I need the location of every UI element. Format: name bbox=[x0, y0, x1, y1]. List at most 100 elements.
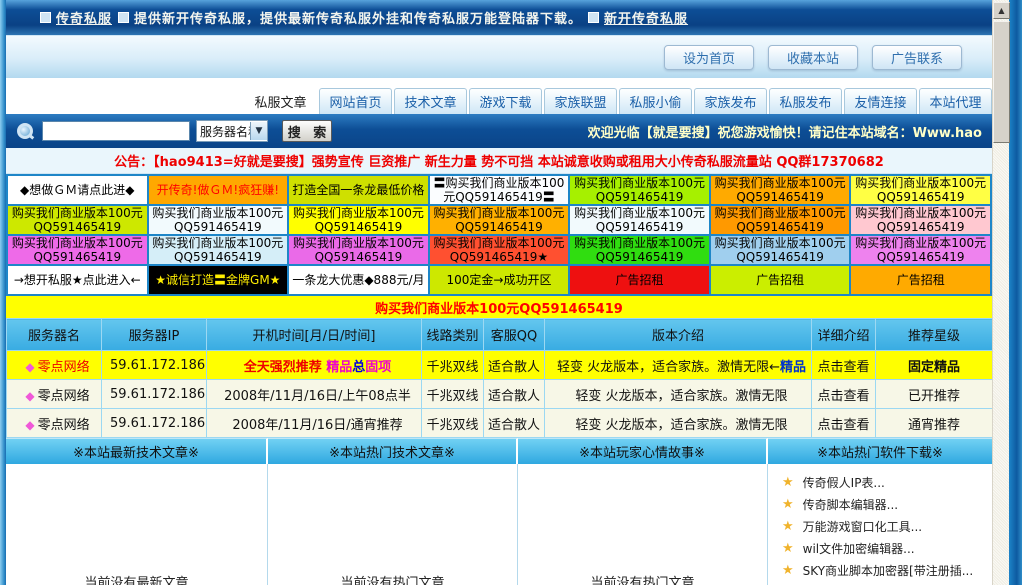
open-time-cell: 2008年/11月/16日/上午08点半 bbox=[207, 380, 422, 409]
empty-message: 当前没有最新文章 bbox=[6, 572, 267, 585]
scrollbar[interactable]: ▲ bbox=[992, 0, 1009, 585]
chevron-down-icon[interactable]: ▼ bbox=[250, 122, 267, 140]
promo-banner: 购买我们商业版本100元QQ591465419 bbox=[6, 296, 992, 318]
service-qq-cell: 适合散人 bbox=[484, 380, 545, 409]
ad-cell-24[interactable]: 100定金→成功开区 bbox=[430, 266, 569, 294]
star-level-cell: 固定精品 bbox=[876, 351, 993, 380]
download-item-2[interactable]: ★万能游戏窗口化工具... bbox=[782, 515, 992, 537]
page-bullet-icon bbox=[588, 12, 599, 23]
nav-tab-1[interactable]: 网站首页 bbox=[319, 88, 392, 114]
ad-grid: ◆想做ＧＭ请点此进◆开传奇!做ＧＭ!疯狂赚!打造全国一条龙最低价格〓购买我们商业… bbox=[6, 174, 992, 296]
download-item-1[interactable]: ★传奇脚本编辑器... bbox=[782, 493, 992, 515]
download-item-4[interactable]: ★SKY商业脚本加密器[带注册插... bbox=[782, 559, 992, 581]
page-bullet-icon bbox=[118, 12, 129, 23]
ad-cell-12[interactable]: 购买我们商业版本100元QQ591465419 bbox=[711, 206, 850, 234]
search-type-select[interactable]: 服务器名称 ▼ bbox=[196, 120, 268, 142]
detail-link[interactable]: 点击查看 bbox=[812, 409, 876, 438]
server-name-cell[interactable]: ◆零点网络 bbox=[7, 380, 102, 409]
bottom-panels: 当前没有最新文章 当前没有热门文章 当前没有热门文章 ★传奇假人IP表...★传… bbox=[6, 464, 992, 585]
col-server-name: 服务器名 bbox=[7, 319, 102, 351]
server-ip-cell: 59.61.172.186 bbox=[102, 380, 207, 409]
ad-cell-7[interactable]: 购买我们商业版本100元QQ591465419 bbox=[8, 206, 147, 234]
ad-cell-26[interactable]: 广告招租 bbox=[711, 266, 850, 294]
scroll-up-icon[interactable]: ▲ bbox=[993, 2, 1010, 19]
section-headers: ※本站最新技术文章※ ※本站热门技术文章※ ※本站玩家心情故事※ ※本站热门软件… bbox=[6, 438, 992, 464]
quick-button-1[interactable]: 收藏本站 bbox=[768, 45, 858, 70]
ad-cell-19[interactable]: 购买我们商业版本100元QQ591465419 bbox=[711, 236, 850, 264]
nav-tab-7[interactable]: 私服发布 bbox=[769, 88, 842, 114]
star-level-cell: 已开推荐 bbox=[876, 380, 993, 409]
legend-sifu-link[interactable]: 传奇私服 bbox=[56, 8, 112, 27]
section-header-hot-downloads: ※本站热门软件下载※ bbox=[768, 438, 992, 464]
detail-link[interactable]: 点击查看 bbox=[812, 380, 876, 409]
ad-cell-20[interactable]: 购买我们商业版本100元QQ591465419 bbox=[851, 236, 990, 264]
server-ip-cell: 59.61.172.186 bbox=[102, 409, 207, 438]
ad-cell-9[interactable]: 购买我们商业版本100元QQ591465419 bbox=[289, 206, 428, 234]
star-icon: ★ bbox=[782, 475, 794, 490]
version-intro-cell: 轻变 火龙版本，适合家族。激情无限 bbox=[545, 380, 812, 409]
nav-tab-3[interactable]: 游戏下载 bbox=[469, 88, 542, 114]
marquee-text: 提供新开传奇私服，提供最新传奇私服外挂和传奇私服万能登陆器下载。 bbox=[134, 8, 582, 27]
quick-button-0[interactable]: 设为首页 bbox=[664, 45, 754, 70]
server-name-cell[interactable]: ◆零点网络 bbox=[7, 409, 102, 438]
detail-link[interactable]: 点击查看 bbox=[812, 351, 876, 380]
ad-cell-2[interactable]: 打造全国一条龙最低价格 bbox=[289, 176, 428, 204]
new-sifu-link[interactable]: 新开传奇私服 bbox=[604, 8, 688, 27]
download-item-5[interactable]: ★传奇合区工具 4.0免费版 bbox=[782, 581, 992, 585]
ad-cell-1[interactable]: 开传奇!做ＧＭ!疯狂赚! bbox=[149, 176, 288, 204]
server-name-cell[interactable]: ◆零点网络 bbox=[7, 351, 102, 380]
scrollbar-thumb[interactable] bbox=[993, 21, 1010, 143]
ad-cell-10[interactable]: 购买我们商业版本100元QQ591465419 bbox=[430, 206, 569, 234]
ad-cell-11[interactable]: 购买我们商业版本100元QQ591465419 bbox=[570, 206, 709, 234]
section-header-hot-articles: ※本站热门技术文章※ bbox=[268, 438, 518, 464]
search-button[interactable]: 搜 索 bbox=[282, 120, 332, 142]
star-icon: ★ bbox=[782, 541, 794, 556]
ad-cell-6[interactable]: 购买我们商业版本100元QQ591465419 bbox=[851, 176, 990, 204]
ad-cell-3[interactable]: 〓购买我们商业版本100元QQ591465419〓 bbox=[430, 176, 569, 204]
ad-cell-14[interactable]: 购买我们商业版本100元QQ591465419 bbox=[8, 236, 147, 264]
quick-button-2[interactable]: 广告联系 bbox=[872, 45, 962, 70]
nav-tab-0[interactable]: 私服文章 bbox=[244, 88, 317, 114]
panel-latest-articles: 当前没有最新文章 bbox=[6, 464, 268, 585]
ad-cell-22[interactable]: ★诚信打造〓金牌GM★ bbox=[149, 266, 288, 294]
nav-tab-6[interactable]: 家族发布 bbox=[694, 88, 767, 114]
ad-cell-8[interactable]: 购买我们商业版本100元QQ591465419 bbox=[149, 206, 288, 234]
nav-tab-2[interactable]: 技术文章 bbox=[394, 88, 467, 114]
star-icon: ★ bbox=[782, 497, 794, 512]
ad-cell-5[interactable]: 购买我们商业版本100元QQ591465419 bbox=[711, 176, 850, 204]
page-bullet-icon bbox=[40, 12, 51, 23]
server-table-header: 服务器名 服务器IP 开机时间[月/日/时间] 线路类别 客服QQ 版本介绍 详… bbox=[7, 319, 993, 351]
ad-cell-13[interactable]: 购买我们商业版本100元QQ591465419 bbox=[851, 206, 990, 234]
section-header-player-stories: ※本站玩家心情故事※ bbox=[518, 438, 768, 464]
window-right-border bbox=[1009, 0, 1022, 585]
ad-cell-4[interactable]: 购买我们商业版本100元QQ591465419 bbox=[570, 176, 709, 204]
announcement-bar: 公告：【hao9413=好就是要搜】强势宣传 巨资推广 新生力量 势不可挡 本站… bbox=[6, 148, 992, 174]
ad-cell-16[interactable]: 购买我们商业版本100元QQ591465419 bbox=[289, 236, 428, 264]
star-level-cell: 通宵推荐 bbox=[876, 409, 993, 438]
ad-cell-15[interactable]: 购买我们商业版本100元QQ591465419 bbox=[149, 236, 288, 264]
download-item-3[interactable]: ★wil文件加密编辑器... bbox=[782, 537, 992, 559]
quick-links-bar: 设为首页收藏本站广告联系 bbox=[6, 36, 992, 78]
search-input[interactable] bbox=[42, 121, 190, 141]
ad-cell-0[interactable]: ◆想做ＧＭ请点此进◆ bbox=[8, 176, 147, 204]
nav-tab-5[interactable]: 私服小偷 bbox=[619, 88, 692, 114]
download-item-label: SKY商业脚本加密器[带注册插... bbox=[803, 562, 974, 579]
gem-icon: ◆ bbox=[25, 360, 34, 374]
page-content: 传奇私服 提供新开传奇私服，提供最新传奇私服外挂和传奇私服万能登陆器下载。 新开… bbox=[6, 0, 992, 585]
nav-tab-9[interactable]: 本站代理 bbox=[919, 88, 992, 114]
col-line-type: 线路类别 bbox=[422, 319, 484, 351]
ad-cell-17[interactable]: 购买我们商业版本100元QQ591465419★ bbox=[430, 236, 569, 264]
open-time-cell: 2008年/11月/16日/通宵推荐 bbox=[207, 409, 422, 438]
ad-cell-21[interactable]: →想开私服★点此进入← bbox=[8, 266, 147, 294]
search-icon bbox=[16, 122, 34, 140]
col-version-intro: 版本介绍 bbox=[545, 319, 812, 351]
download-item-label: 传奇假人IP表... bbox=[803, 474, 885, 491]
table-row: ◆零点网络 59.61.172.186 2008年/11月/16日/通宵推荐 千… bbox=[7, 409, 993, 438]
nav-tab-4[interactable]: 家族联盟 bbox=[544, 88, 617, 114]
nav-tab-8[interactable]: 友情连接 bbox=[844, 88, 917, 114]
download-item-0[interactable]: ★ 传奇假人IP表... bbox=[782, 471, 992, 493]
ad-cell-25[interactable]: 广告招租 bbox=[570, 266, 709, 294]
ad-cell-23[interactable]: 一条龙大优惠◆888元/月 bbox=[289, 266, 428, 294]
ad-cell-27[interactable]: 广告招租 bbox=[851, 266, 990, 294]
ad-cell-18[interactable]: 购买我们商业版本100元QQ591465419 bbox=[570, 236, 709, 264]
